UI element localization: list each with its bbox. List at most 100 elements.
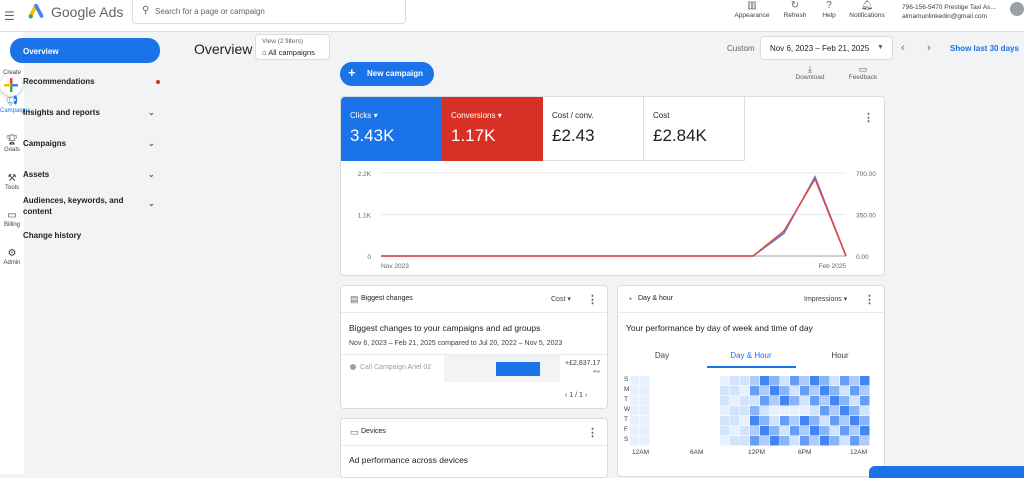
heatmap-cell[interactable]	[830, 406, 840, 416]
heatmap-cell[interactable]	[780, 426, 790, 436]
menu-icon[interactable]: ☰	[4, 9, 15, 23]
search-input[interactable]: ⚲ Search for a page or campaign	[132, 0, 406, 24]
heatmap-cell[interactable]	[660, 396, 670, 406]
heatmap-cell[interactable]	[650, 416, 660, 426]
heatmap-cell[interactable]	[800, 376, 810, 386]
heatmap-cell[interactable]	[690, 426, 700, 436]
sidebar-item-insights[interactable]: Insights and reports ⌄	[10, 108, 162, 120]
heatmap-cell[interactable]	[840, 416, 850, 426]
heatmap-cell[interactable]	[840, 396, 850, 406]
heatmap-cell[interactable]	[760, 406, 770, 416]
heatmap-cell[interactable]	[730, 416, 740, 426]
heatmap-cell[interactable]	[790, 436, 800, 446]
heatmap-cell[interactable]	[860, 386, 870, 396]
heatmap-cell[interactable]	[850, 376, 860, 386]
heatmap-cell[interactable]	[680, 416, 690, 426]
more-options-icon[interactable]: ⋮	[587, 293, 598, 306]
heatmap-cell[interactable]	[760, 436, 770, 446]
heatmap-cell[interactable]	[860, 416, 870, 426]
heatmap-cell[interactable]	[670, 436, 680, 446]
heatmap-cell[interactable]	[700, 376, 710, 386]
heatmap-cell[interactable]	[670, 416, 680, 426]
heatmap-cell[interactable]	[790, 396, 800, 406]
heatmap-cell[interactable]	[630, 386, 640, 396]
heatmap-cell[interactable]	[640, 416, 650, 426]
heatmap-cell[interactable]	[850, 436, 860, 446]
heatmap-cell[interactable]	[640, 376, 650, 386]
heatmap-cell[interactable]	[850, 416, 860, 426]
heatmap-cell[interactable]	[670, 406, 680, 416]
heatmap-cell[interactable]	[790, 416, 800, 426]
heatmap-cell[interactable]	[700, 436, 710, 446]
heatmap-cell[interactable]	[820, 396, 830, 406]
download-button[interactable]: ⤓ Download	[790, 64, 830, 81]
heatmap-cell[interactable]	[770, 386, 780, 396]
heatmap-cell[interactable]	[710, 396, 720, 406]
heatmap-cell[interactable]	[670, 426, 680, 436]
heatmap-cell[interactable]	[810, 406, 820, 416]
heatmap-cell[interactable]	[750, 436, 760, 446]
heatmap-cell[interactable]	[770, 406, 780, 416]
heatmap-cell[interactable]	[830, 426, 840, 436]
heatmap-cell[interactable]	[700, 386, 710, 396]
heatmap-cell[interactable]	[660, 436, 670, 446]
heatmap-cell[interactable]	[710, 376, 720, 386]
heatmap-cell[interactable]	[770, 416, 780, 426]
heatmap-cell[interactable]	[660, 376, 670, 386]
heatmap-cell[interactable]	[670, 386, 680, 396]
sidebar-item-recommendations[interactable]: Recommendations	[10, 77, 162, 89]
heatmap-cell[interactable]	[670, 396, 680, 406]
heatmap-cell[interactable]	[630, 376, 640, 386]
heatmap-cell[interactable]	[740, 376, 750, 386]
heatmap-cell[interactable]	[650, 376, 660, 386]
heatmap-cell[interactable]	[630, 436, 640, 446]
heatmap-cell[interactable]	[720, 416, 730, 426]
heatmap-cell[interactable]	[790, 386, 800, 396]
heatmap-cell[interactable]	[830, 416, 840, 426]
heatmap-cell[interactable]	[840, 436, 850, 446]
heatmap-cell[interactable]	[650, 426, 660, 436]
heatmap-cell[interactable]	[700, 426, 710, 436]
heatmap-cell[interactable]	[740, 396, 750, 406]
heatmap-cell[interactable]	[800, 426, 810, 436]
heatmap-cell[interactable]	[710, 436, 720, 446]
account-info[interactable]: 796-156-5470 Prestige Taxi As... almamun…	[902, 3, 996, 21]
heatmap-cell[interactable]	[740, 416, 750, 426]
heatmap-cell[interactable]	[820, 406, 830, 416]
heatmap-cell[interactable]	[720, 436, 730, 446]
feedback-button[interactable]: ▭ Feedback	[843, 64, 883, 81]
heatmap-cell[interactable]	[640, 396, 650, 406]
heatmap-cell[interactable]	[750, 386, 760, 396]
heatmap-cell[interactable]	[840, 376, 850, 386]
heatmap-cell[interactable]	[850, 406, 860, 416]
metric-cost[interactable]: Cost £2.84K	[644, 97, 745, 161]
heatmap-cell[interactable]	[750, 376, 760, 386]
heatmap-cell[interactable]	[840, 426, 850, 436]
heatmap-cell[interactable]	[730, 426, 740, 436]
heatmap-cell[interactable]	[750, 426, 760, 436]
heatmap-cell[interactable]	[830, 436, 840, 446]
more-options-icon[interactable]: ⋮	[864, 293, 875, 306]
heatmap-cell[interactable]	[810, 416, 820, 426]
heatmap-cell[interactable]	[740, 426, 750, 436]
heatmap-cell[interactable]	[650, 436, 660, 446]
tab-day[interactable]: Day	[644, 351, 680, 360]
heatmap-cell[interactable]	[660, 426, 670, 436]
heatmap-cell[interactable]	[630, 426, 640, 436]
heatmap-cell[interactable]	[740, 386, 750, 396]
heatmap-cell[interactable]	[690, 376, 700, 386]
heatmap-cell[interactable]	[700, 416, 710, 426]
sidebar-item-audiences[interactable]: Audiences, keywords, and content ⌄	[10, 195, 162, 219]
heatmap-cell[interactable]	[780, 396, 790, 406]
heatmap-cell[interactable]	[840, 386, 850, 396]
heatmap-cell[interactable]	[720, 406, 730, 416]
heatmap-cell[interactable]	[810, 396, 820, 406]
table-row[interactable]: Call Campaign Ariel 02 +£2,837.17 +∞	[341, 355, 607, 382]
heatmap-cell[interactable]	[800, 386, 810, 396]
heatmap-cell[interactable]	[780, 386, 790, 396]
heatmap-cell[interactable]	[830, 386, 840, 396]
heatmap-cell[interactable]	[710, 426, 720, 436]
appearance-button[interactable]: ▥ Appearance	[732, 0, 772, 19]
heatmap-cell[interactable]	[810, 436, 820, 446]
heatmap-cell[interactable]	[850, 396, 860, 406]
